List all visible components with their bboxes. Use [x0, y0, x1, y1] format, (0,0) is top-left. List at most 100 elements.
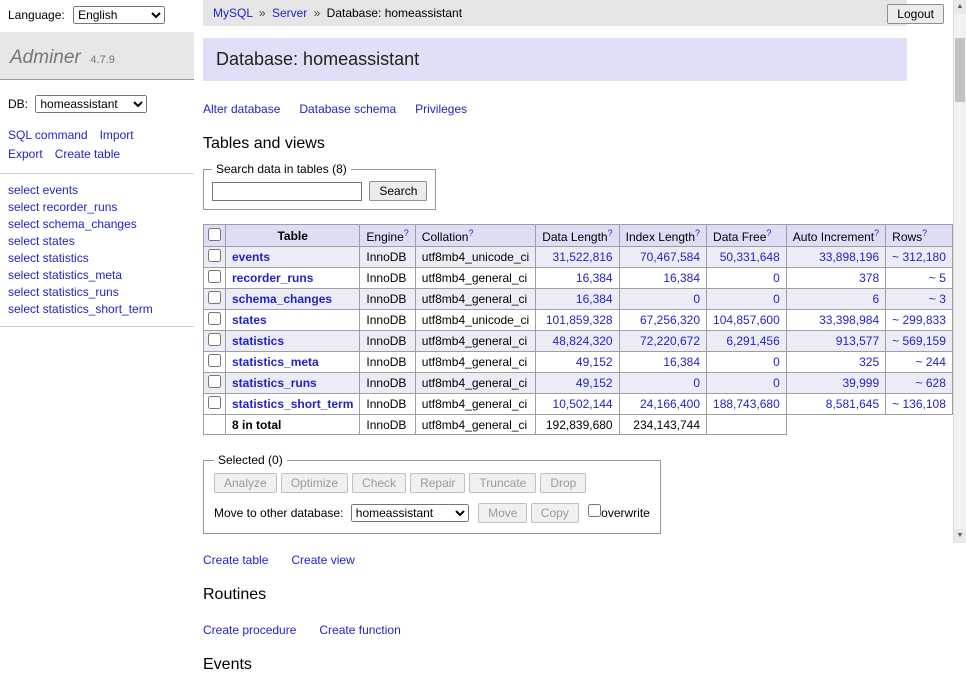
- help-icon[interactable]: ?: [874, 228, 879, 238]
- index-length-link[interactable]: 70,467,584: [640, 250, 700, 264]
- help-icon[interactable]: ?: [468, 228, 473, 238]
- auto-increment-link[interactable]: 378: [859, 271, 879, 285]
- rows-link[interactable]: ~ 5: [929, 271, 946, 285]
- data-free-link[interactable]: 50,331,648: [720, 250, 780, 264]
- table-name-link[interactable]: schema_changes: [232, 292, 332, 306]
- move-button[interactable]: Move: [478, 503, 527, 523]
- import-link[interactable]: Import: [100, 128, 134, 142]
- row-checkbox[interactable]: [208, 312, 221, 325]
- language-select[interactable]: English: [73, 6, 165, 24]
- data-length-link[interactable]: 49,152: [576, 376, 613, 390]
- sql-command-link[interactable]: SQL command: [8, 128, 88, 142]
- check-button[interactable]: Check: [352, 473, 406, 493]
- create-view-link[interactable]: Create view: [291, 553, 354, 567]
- data-free-link[interactable]: 0: [773, 271, 780, 285]
- create-table-link[interactable]: Create table: [203, 553, 268, 567]
- sidebar-create-table-link[interactable]: Create table: [55, 147, 120, 161]
- move-db-select[interactable]: homeassistant: [351, 504, 469, 522]
- sidebar-table-link[interactable]: select states: [8, 234, 75, 248]
- data-length-link[interactable]: 48,824,320: [553, 334, 613, 348]
- privileges-link[interactable]: Privileges: [415, 102, 467, 116]
- rows-link[interactable]: ~ 136,108: [892, 397, 946, 411]
- scrollbar[interactable]: ▲ ▼: [953, 0, 966, 543]
- index-length-link[interactable]: 16,384: [663, 355, 700, 369]
- table-name-link[interactable]: statistics: [232, 334, 284, 348]
- search-input[interactable]: [212, 182, 362, 201]
- rows-link[interactable]: ~ 299,833: [892, 313, 946, 327]
- row-checkbox[interactable]: [208, 270, 221, 283]
- scrollbar-thumb[interactable]: [955, 38, 965, 102]
- auto-increment-link[interactable]: 913,577: [836, 334, 879, 348]
- row-checkbox[interactable]: [208, 354, 221, 367]
- truncate-button[interactable]: Truncate: [469, 473, 536, 493]
- help-icon[interactable]: ?: [766, 228, 771, 238]
- drop-button[interactable]: Drop: [540, 473, 586, 493]
- auto-increment-link[interactable]: 8,581,645: [826, 397, 879, 411]
- index-length-link[interactable]: 0: [693, 376, 700, 390]
- rows-link[interactable]: ~ 312,180: [892, 250, 946, 264]
- breadcrumb-mysql-link[interactable]: MySQL: [213, 6, 253, 20]
- analyze-button[interactable]: Analyze: [214, 473, 277, 493]
- overwrite-checkbox[interactable]: [588, 504, 601, 517]
- repair-button[interactable]: Repair: [410, 473, 465, 493]
- rows-link[interactable]: ~ 569,159: [892, 334, 946, 348]
- scroll-down-icon[interactable]: ▼: [954, 529, 966, 543]
- index-length-link[interactable]: 67,256,320: [640, 313, 700, 327]
- help-icon[interactable]: ?: [608, 228, 613, 238]
- logout-button[interactable]: Logout: [887, 4, 944, 24]
- optimize-button[interactable]: Optimize: [281, 473, 348, 493]
- sidebar-table-link[interactable]: select recorder_runs: [8, 200, 117, 214]
- sidebar-table-link[interactable]: select schema_changes: [8, 217, 137, 231]
- data-length-link[interactable]: 16,384: [576, 271, 613, 285]
- table-name-link[interactable]: statistics_short_term: [232, 397, 353, 411]
- breadcrumb-server-link[interactable]: Server: [272, 6, 307, 20]
- data-free-link[interactable]: 188,743,680: [713, 397, 780, 411]
- rows-link[interactable]: ~ 3: [929, 292, 946, 306]
- table-name-link[interactable]: statistics_meta: [232, 355, 319, 369]
- select-all-checkbox[interactable]: [208, 228, 221, 241]
- data-free-link[interactable]: 0: [773, 292, 780, 306]
- sidebar-table-link[interactable]: select statistics_runs: [8, 285, 119, 299]
- export-link[interactable]: Export: [8, 147, 43, 161]
- row-checkbox[interactable]: [208, 333, 221, 346]
- help-icon[interactable]: ?: [695, 228, 700, 238]
- db-select[interactable]: homeassistant: [35, 95, 147, 113]
- auto-increment-link[interactable]: 33,398,984: [819, 313, 879, 327]
- table-name-link[interactable]: events: [232, 250, 270, 264]
- scroll-up-icon[interactable]: ▲: [954, 0, 966, 14]
- sidebar-table-link[interactable]: select statistics_meta: [8, 268, 122, 282]
- sidebar-table-link[interactable]: select events: [8, 183, 78, 197]
- row-checkbox[interactable]: [208, 396, 221, 409]
- table-name-link[interactable]: recorder_runs: [232, 271, 313, 285]
- database-schema-link[interactable]: Database schema: [299, 102, 396, 116]
- index-length-link[interactable]: 72,220,672: [640, 334, 700, 348]
- copy-button[interactable]: Copy: [531, 503, 579, 523]
- data-free-link[interactable]: 6,291,456: [726, 334, 779, 348]
- data-length-link[interactable]: 49,152: [576, 355, 613, 369]
- data-length-link[interactable]: 16,384: [576, 292, 613, 306]
- search-button[interactable]: Search: [369, 181, 427, 201]
- data-length-link[interactable]: 10,502,144: [553, 397, 613, 411]
- index-length-link[interactable]: 24,166,400: [640, 397, 700, 411]
- help-icon[interactable]: ?: [922, 228, 927, 238]
- data-free-link[interactable]: 0: [773, 355, 780, 369]
- help-icon[interactable]: ?: [404, 228, 409, 238]
- table-name-link[interactable]: states: [232, 313, 267, 327]
- data-length-link[interactable]: 101,859,328: [546, 313, 613, 327]
- row-checkbox[interactable]: [208, 375, 221, 388]
- data-free-link[interactable]: 0: [773, 376, 780, 390]
- row-checkbox[interactable]: [208, 291, 221, 304]
- row-checkbox[interactable]: [208, 249, 221, 262]
- index-length-link[interactable]: 16,384: [663, 271, 700, 285]
- sidebar-table-link[interactable]: select statistics_short_term: [8, 302, 153, 316]
- sidebar-table-link[interactable]: select statistics: [8, 251, 89, 265]
- data-free-link[interactable]: 104,857,600: [713, 313, 780, 327]
- table-name-link[interactable]: statistics_runs: [232, 376, 317, 390]
- data-length-link[interactable]: 31,522,816: [553, 250, 613, 264]
- create-procedure-link[interactable]: Create procedure: [203, 623, 296, 637]
- alter-database-link[interactable]: Alter database: [203, 102, 280, 116]
- auto-increment-link[interactable]: 33,898,196: [819, 250, 879, 264]
- rows-link[interactable]: ~ 244: [916, 355, 946, 369]
- auto-increment-link[interactable]: 6: [872, 292, 879, 306]
- auto-increment-link[interactable]: 325: [859, 355, 879, 369]
